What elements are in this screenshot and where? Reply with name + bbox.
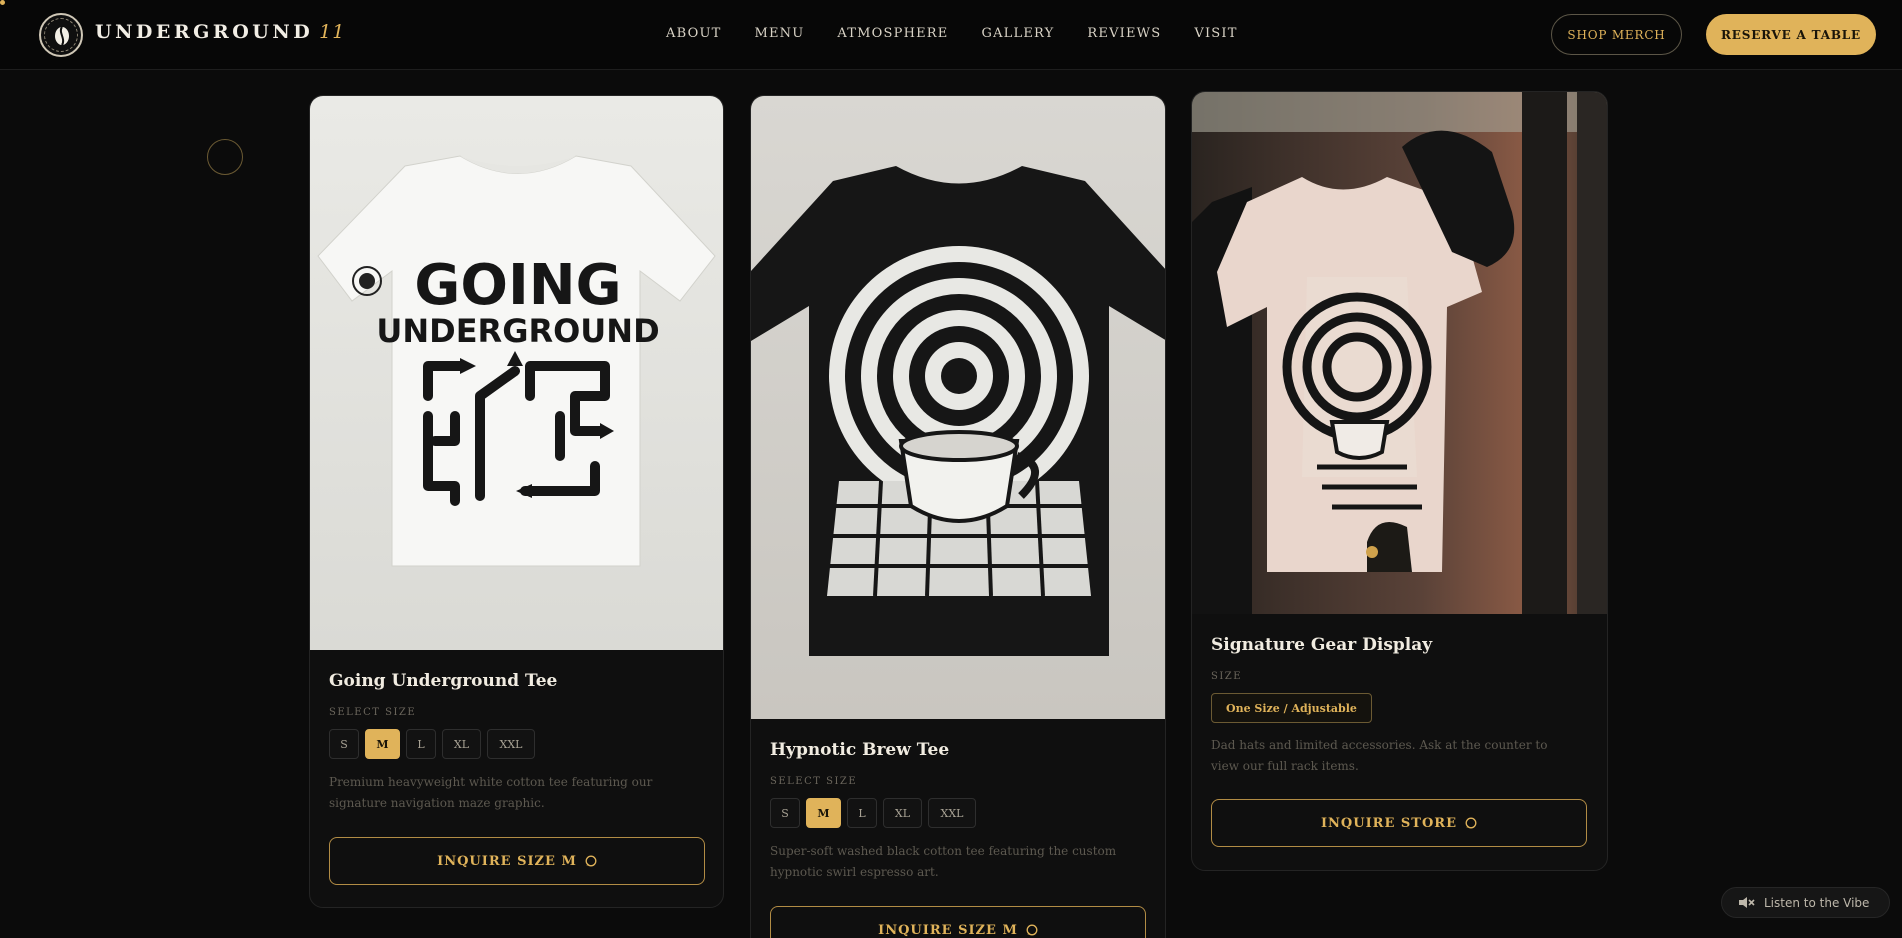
inquire-store-button[interactable]: INQUIRE STORE (1211, 799, 1587, 847)
product-image-white-tee: GOING UNDERGROUND (310, 96, 723, 650)
top-navbar: UNDERGROUND 11 ABOUT MENU ATMOSPHERE GALL… (0, 0, 1902, 70)
size-option-l[interactable]: L (847, 798, 877, 828)
nav-link-gallery[interactable]: GALLERY (981, 26, 1054, 41)
reserve-table-button[interactable]: RESERVE A TABLE (1706, 14, 1876, 55)
shirt-graphic-text-1: GOING (414, 253, 621, 318)
inquire-label: INQUIRE SIZE M (437, 853, 577, 869)
nav-link-menu[interactable]: MENU (754, 26, 804, 41)
size-option-s[interactable]: S (770, 798, 800, 828)
brand-name[interactable]: UNDERGROUND 11 (95, 21, 345, 43)
product-card-hypnotic-brew: Hypnotic Brew Tee SELECT SIZE S M L XL X… (750, 95, 1166, 938)
size-badge: One Size / Adjustable (1211, 693, 1372, 723)
size-option-xl[interactable]: XL (442, 729, 481, 759)
size-option-xl[interactable]: XL (883, 798, 922, 828)
brand-text: UNDERGROUND (95, 21, 314, 43)
size-label: SELECT SIZE (770, 776, 858, 787)
decorative-ring (207, 139, 243, 175)
size-option-s[interactable]: S (329, 729, 359, 759)
inquire-size-button[interactable]: INQUIRE SIZE M (770, 906, 1146, 938)
size-label: SIZE (1211, 671, 1243, 682)
product-card-going-underground: GOING UNDERGROUND Going Underground Tee … (309, 95, 724, 908)
coffee-bean-icon (55, 26, 69, 46)
nav-link-visit[interactable]: VISIT (1194, 26, 1237, 41)
shop-merch-button[interactable]: SHOP MERCH (1551, 14, 1682, 55)
product-image-gear-rack (1192, 92, 1607, 614)
inquire-size-button[interactable]: INQUIRE SIZE M (329, 837, 705, 885)
size-label: SELECT SIZE (329, 707, 417, 718)
product-description: Super-soft washed black cotton tee featu… (770, 844, 1117, 879)
size-selector: S M L XL XXL (770, 798, 976, 828)
size-selector: S M L XL XXL (329, 729, 535, 759)
audio-label: Listen to the Vibe (1764, 895, 1870, 910)
size-option-m[interactable]: M (365, 729, 400, 759)
whatsapp-icon (1465, 817, 1477, 829)
speaker-muted-icon (1739, 897, 1755, 908)
shirt-graphic-text-2: UNDERGROUND (376, 312, 659, 350)
brand-number: 11 (319, 21, 346, 43)
product-image-black-tee (751, 96, 1165, 719)
whatsapp-icon (1026, 924, 1038, 936)
product-description: Dad hats and limited accessories. Ask at… (1211, 738, 1548, 773)
main-nav: ABOUT MENU ATMOSPHERE GALLERY REVIEWS VI… (666, 26, 1271, 41)
nav-link-atmosphere[interactable]: ATMOSPHERE (837, 26, 948, 41)
accent-dot (0, 0, 5, 5)
whatsapp-icon (585, 855, 597, 867)
product-description: Premium heavyweight white cotton tee fea… (329, 775, 653, 810)
size-option-m[interactable]: M (806, 798, 841, 828)
inquire-label: INQUIRE SIZE M (878, 922, 1018, 938)
size-option-l[interactable]: L (406, 729, 436, 759)
product-title: Going Underground Tee (329, 671, 558, 691)
size-option-xxl[interactable]: XXL (487, 729, 535, 759)
product-title: Hypnotic Brew Tee (770, 740, 950, 760)
size-option-xxl[interactable]: XXL (928, 798, 976, 828)
inquire-label: INQUIRE STORE (1320, 815, 1458, 831)
audio-toggle-button[interactable]: Listen to the Vibe (1721, 887, 1890, 918)
nav-link-reviews[interactable]: REVIEWS (1087, 26, 1161, 41)
product-title: Signature Gear Display (1211, 635, 1433, 655)
product-card-signature-gear: Signature Gear Display SIZE One Size / A… (1191, 91, 1608, 871)
logo-badge[interactable] (39, 13, 83, 57)
nav-link-about[interactable]: ABOUT (666, 26, 721, 41)
